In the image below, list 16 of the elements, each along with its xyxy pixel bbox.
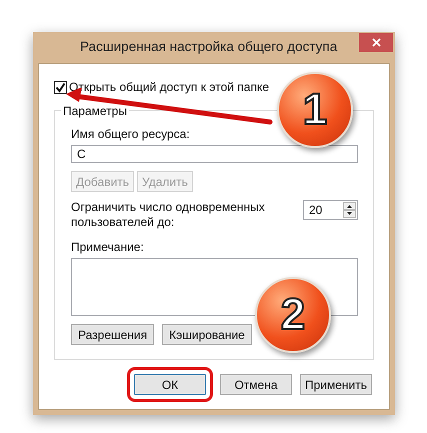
close-button[interactable]	[359, 33, 393, 52]
close-icon	[372, 38, 380, 47]
limit-label: Ограничить число одновременных пользователей до:	[71, 200, 266, 230]
permissions-button[interactable]: Разрешения	[71, 324, 154, 345]
window-title: Расширенная настройка общего доступа	[80, 38, 338, 56]
apply-button[interactable]: Применить	[300, 374, 372, 395]
checkbox[interactable]	[54, 80, 67, 94]
users-spinner[interactable]: 20	[303, 200, 358, 220]
field-label: Имя общего ресурса:	[71, 126, 191, 143]
cancel-button[interactable]: Отмена	[220, 374, 292, 395]
field-label: Примечание:	[71, 239, 145, 256]
share-name-field[interactable]: C	[71, 145, 358, 163]
check-icon	[55, 82, 66, 92]
spin-arrows-icon	[343, 202, 356, 218]
caching-button[interactable]: Кэширование	[162, 324, 252, 345]
checkbox-label: Открыть общий доступ к этой папке	[69, 79, 270, 96]
